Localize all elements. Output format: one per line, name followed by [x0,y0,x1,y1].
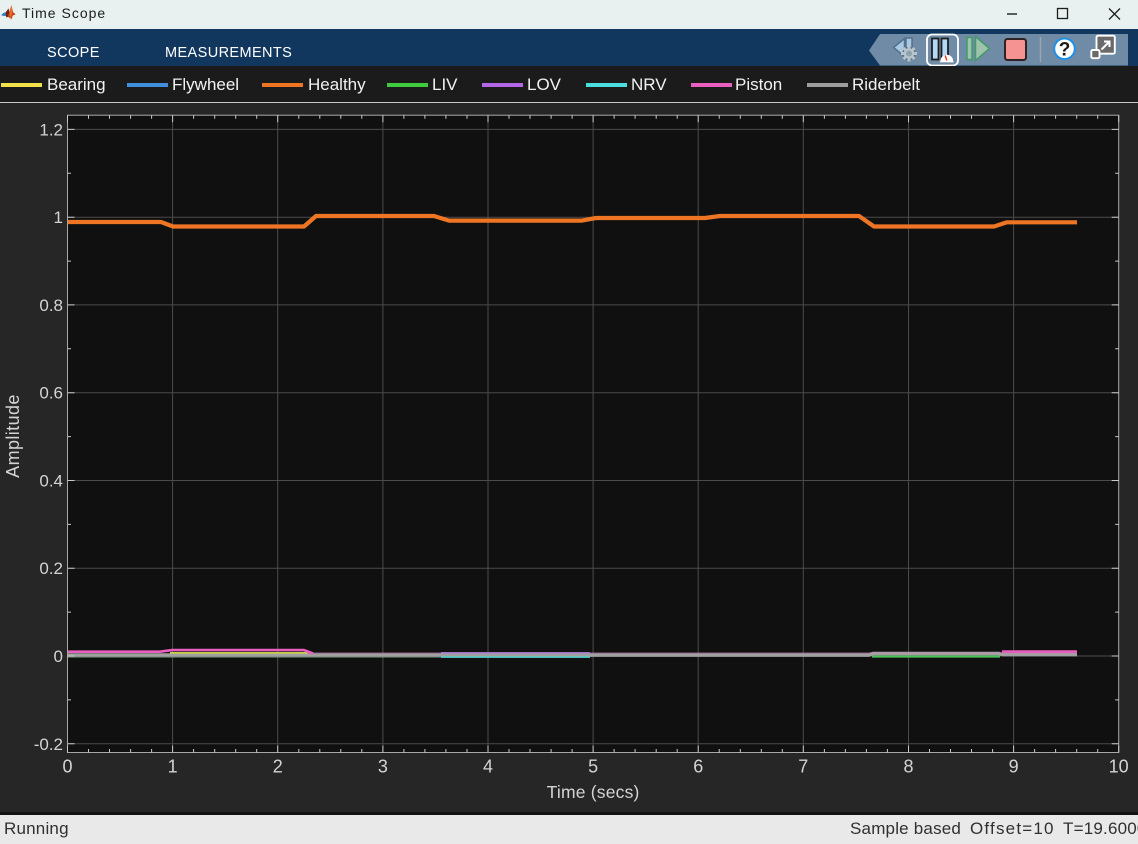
svg-text:0.8: 0.8 [39,296,63,315]
svg-text:4: 4 [483,757,493,777]
svg-text:?: ? [1059,40,1071,61]
svg-text:0.6: 0.6 [39,384,63,403]
svg-text:9: 9 [1009,757,1019,777]
svg-text:8: 8 [903,757,913,777]
svg-text:Amplitude: Amplitude [3,394,23,478]
svg-text:0.2: 0.2 [39,559,63,578]
svg-text:5: 5 [588,757,598,777]
svg-text:3: 3 [378,757,388,777]
svg-text:10: 10 [1109,757,1129,777]
svg-text:1.2: 1.2 [39,120,63,139]
svg-text:6: 6 [693,757,703,777]
svg-text:1: 1 [168,757,178,777]
svg-text:-0.2: -0.2 [34,735,63,754]
svg-text:2: 2 [273,757,283,777]
svg-text:7: 7 [798,757,808,777]
svg-text:0: 0 [54,647,63,666]
svg-text:1: 1 [54,208,63,227]
svg-text:0.4: 0.4 [39,472,63,491]
svg-text:0: 0 [62,757,72,777]
svg-text:Time (secs): Time (secs) [547,782,640,802]
